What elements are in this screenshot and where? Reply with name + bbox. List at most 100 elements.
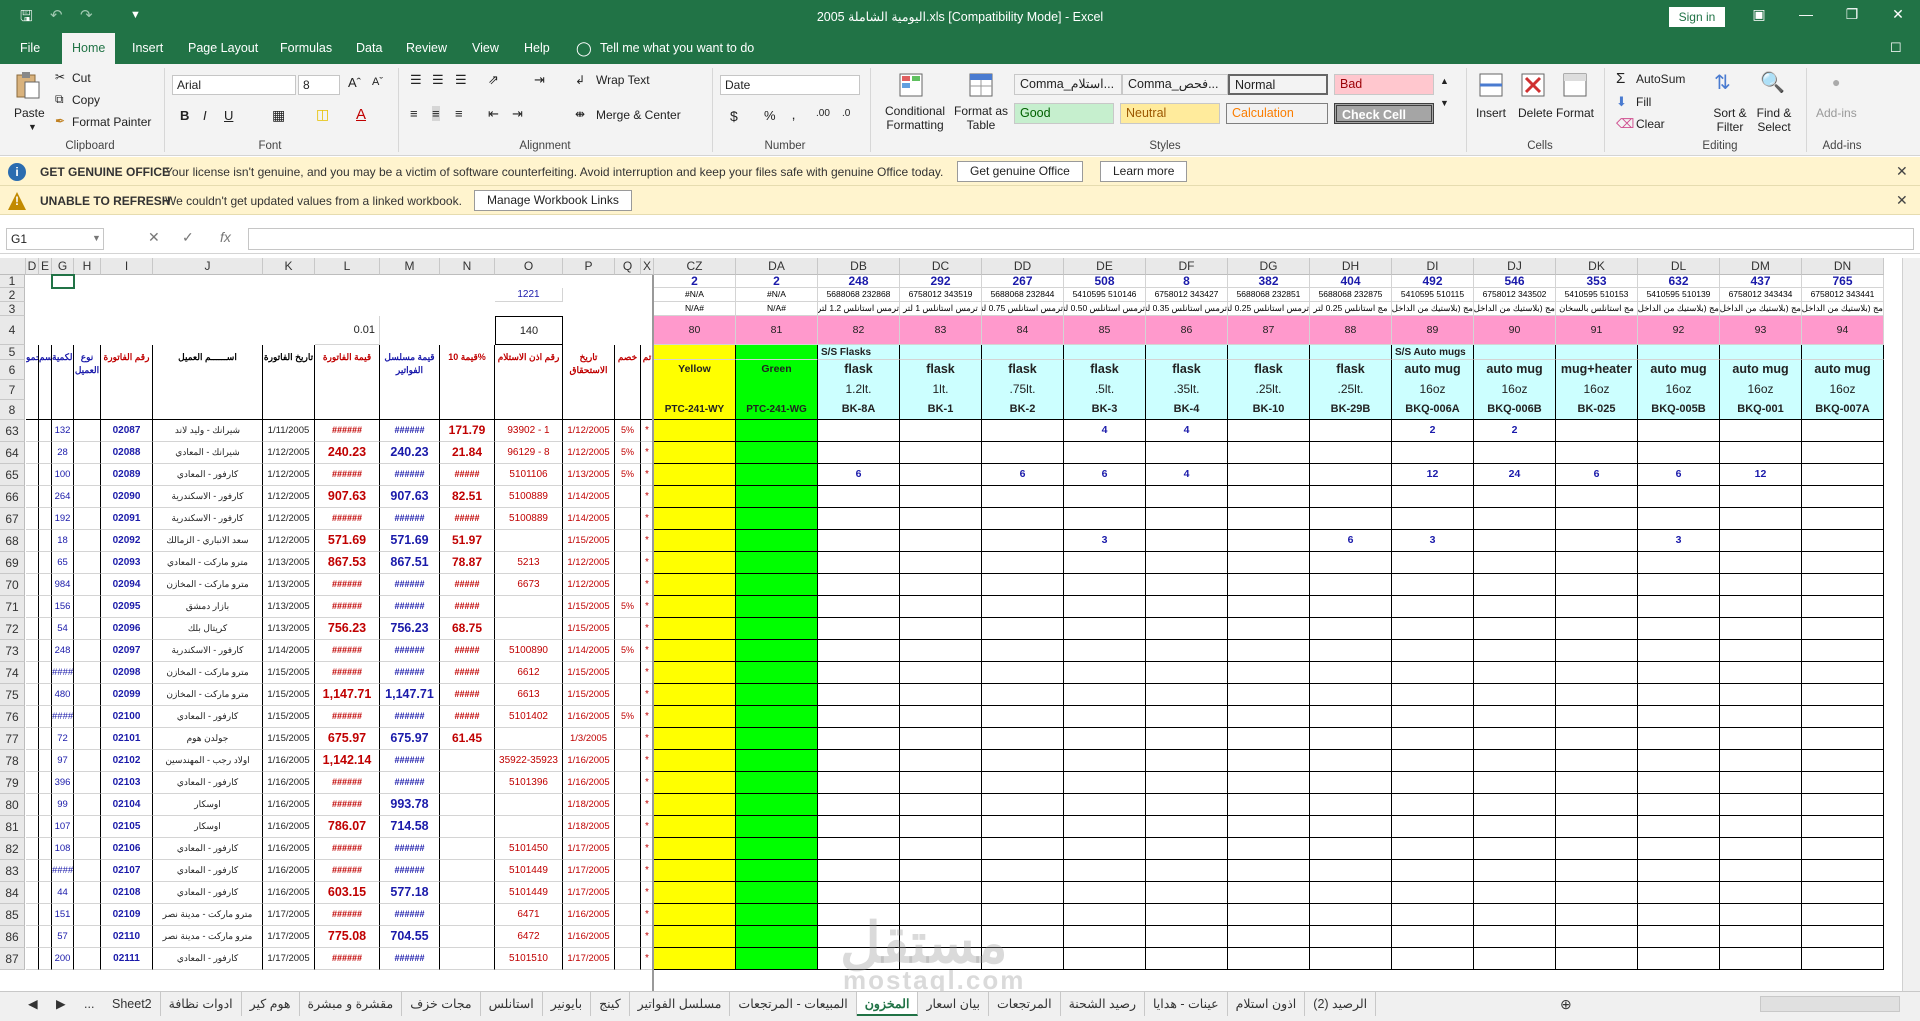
right-row3-di[interactable]: مج (بلاستيك من الداخل) [1392, 302, 1474, 316]
format-as-table-icon[interactable] [966, 70, 996, 100]
right-row6-df[interactable]: flask [1146, 360, 1228, 380]
cell-invoice-date[interactable]: 1/13/2005 [263, 618, 315, 640]
cell-stock-dl[interactable] [1638, 882, 1720, 904]
row-header-73[interactable]: 73 [0, 640, 25, 662]
right-row1-dh[interactable]: 404 [1310, 275, 1392, 288]
cell-stock-da[interactable] [736, 662, 818, 684]
cell-stock-da[interactable] [736, 728, 818, 750]
column-header-db[interactable]: DB [818, 258, 900, 275]
cell-stock-dd[interactable] [982, 794, 1064, 816]
cell-stock-df[interactable] [1146, 662, 1228, 684]
cell-receipt-no[interactable] [495, 816, 563, 838]
cell-serial-value[interactable]: ###### [380, 464, 440, 486]
cell-d[interactable] [26, 464, 39, 486]
cell-stock-cz[interactable] [654, 904, 736, 926]
cell-stock-dl[interactable] [1638, 816, 1720, 838]
align-right-icon[interactable]: ≡ [455, 106, 463, 121]
cell-stock-dg[interactable] [1228, 728, 1310, 750]
cell-stock-dd[interactable] [982, 728, 1064, 750]
right-row7-de[interactable]: .5lt. [1064, 380, 1146, 400]
cell-stock-dj[interactable] [1474, 904, 1556, 926]
font-color-icon[interactable]: A [356, 106, 366, 123]
cell-discount[interactable]: 5% [615, 442, 641, 464]
cell-stock-db[interactable] [818, 882, 900, 904]
cell-invoice-value[interactable]: 867.53 [315, 552, 380, 574]
cell-d[interactable] [26, 662, 39, 684]
cell-stock-dc[interactable] [900, 816, 982, 838]
cell-stock-de[interactable] [1064, 882, 1146, 904]
cell-stock-dg[interactable] [1228, 926, 1310, 948]
row-header-64[interactable]: 64 [0, 442, 25, 464]
right-row1-dc[interactable]: 292 [900, 275, 982, 288]
cell-receipt-no[interactable]: 5101510 [495, 948, 563, 970]
cell-quantity[interactable]: 984 [52, 574, 74, 596]
right-row2-de[interactable]: 5410595 510146 [1064, 288, 1146, 302]
cell-h[interactable] [74, 706, 101, 728]
cell-stock-di[interactable] [1392, 596, 1474, 618]
decrease-decimal-icon[interactable]: .0 [842, 108, 850, 119]
cell-ten-percent[interactable]: ##### [440, 464, 495, 486]
header-l[interactable]: قيمة الفاتورة [315, 345, 380, 420]
right-row6-dd[interactable]: flask [982, 360, 1064, 380]
name-box[interactable]: G1 [6, 228, 104, 250]
cell-due-date[interactable]: 1/14/2005 [563, 486, 615, 508]
cell-stock-df[interactable]: 4 [1146, 464, 1228, 486]
currency-icon[interactable]: $ [730, 108, 738, 124]
cell-stock-da[interactable] [736, 816, 818, 838]
cell-e[interactable] [39, 618, 52, 640]
cell-invoice-no[interactable]: 02090 [101, 486, 153, 508]
cell-e[interactable] [39, 662, 52, 684]
cell-stock-dj[interactable] [1474, 618, 1556, 640]
cell-stock-de[interactable] [1064, 640, 1146, 662]
column-header-dd[interactable]: DD [982, 258, 1064, 275]
cell-stock-dc[interactable] [900, 750, 982, 772]
column-header-d[interactable]: D [26, 258, 39, 275]
cell-stock-da[interactable] [736, 750, 818, 772]
right-row4-dc[interactable]: 83 [900, 316, 982, 345]
cell-discount[interactable] [615, 772, 641, 794]
cell-stock-cz[interactable] [654, 926, 736, 948]
ribbon-display-icon[interactable]: ▣ [1736, 6, 1782, 23]
cell-stock-dm[interactable] [1720, 618, 1802, 640]
cell-due-date[interactable]: 1/17/2005 [563, 860, 615, 882]
cell-stock-di[interactable] [1392, 750, 1474, 772]
cell-stock-cz[interactable] [654, 948, 736, 970]
add-ins-button[interactable]: Add-ins [1816, 106, 1857, 120]
cell-stock-dk[interactable] [1556, 728, 1638, 750]
cell-serial-value[interactable]: 704.55 [380, 926, 440, 948]
cell-due-date[interactable]: 1/17/2005 [563, 948, 615, 970]
cell-receipt-no[interactable]: 93902 - 1 [495, 420, 563, 442]
right-row8-cz[interactable]: PTC-241-WY [654, 400, 736, 420]
cell-e[interactable] [39, 684, 52, 706]
cell-o4[interactable]: 140 [495, 316, 563, 345]
right-row5-df[interactable] [1146, 345, 1228, 360]
cell-quantity[interactable]: 54 [52, 618, 74, 640]
cell-stock-dn[interactable] [1802, 618, 1884, 640]
cell-stock-di[interactable] [1392, 618, 1474, 640]
cell-serial-value[interactable]: ###### [380, 420, 440, 442]
cell-due-date[interactable]: 1/12/2005 [563, 552, 615, 574]
cell-stock-db[interactable]: 6 [818, 464, 900, 486]
cell-stock-dl[interactable] [1638, 706, 1720, 728]
cell-invoice-no[interactable]: 02100 [101, 706, 153, 728]
cell-stock-dl[interactable] [1638, 552, 1720, 574]
cell-stock-dh[interactable] [1310, 816, 1392, 838]
cell-e[interactable] [39, 838, 52, 860]
cell-stock-dc[interactable] [900, 838, 982, 860]
cell-stock-dm[interactable] [1720, 860, 1802, 882]
cell-ten-percent[interactable] [440, 926, 495, 948]
paste-icon[interactable] [12, 70, 42, 100]
cell-stock-dl[interactable] [1638, 926, 1720, 948]
cell-stock-di[interactable] [1392, 948, 1474, 970]
right-row6-dh[interactable]: flask [1310, 360, 1392, 380]
cell-stock-dl[interactable]: 6 [1638, 464, 1720, 486]
cell-stock-dn[interactable] [1802, 772, 1884, 794]
cell-serial-value[interactable]: 756.23 [380, 618, 440, 640]
cell-stock-dn[interactable] [1802, 508, 1884, 530]
cell-discount[interactable] [615, 926, 641, 948]
cell-stock-df[interactable] [1146, 596, 1228, 618]
cell-stock-df[interactable] [1146, 530, 1228, 552]
cell-stock-dl[interactable] [1638, 948, 1720, 970]
cell-d[interactable] [26, 486, 39, 508]
cell-stock-dl[interactable] [1638, 574, 1720, 596]
